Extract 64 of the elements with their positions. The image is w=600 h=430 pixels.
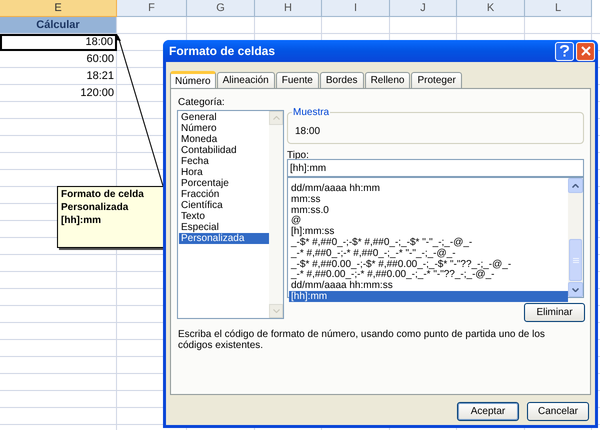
list-item[interactable]: Fecha [179, 156, 269, 167]
column-header[interactable]: J [390, 0, 457, 17]
tab[interactable]: Número [170, 71, 216, 89]
table-cell: 60:00 [0, 51, 117, 68]
list-item[interactable]: Científica [179, 200, 269, 211]
list-item[interactable]: _-* #,##0.00_-;-* #,##0.00_-;_-* "-"??_-;_-@_- [289, 269, 568, 280]
table-cell: Cálcular [0, 17, 117, 34]
sample-value: 18:00 [295, 126, 320, 137]
list-item[interactable]: Moneda [179, 134, 269, 145]
list-item[interactable]: Número [179, 123, 269, 134]
list-item[interactable]: Hora [179, 167, 269, 178]
tab[interactable]: Relleno [364, 72, 410, 88]
help-button[interactable] [555, 42, 574, 60]
list-item[interactable]: Porcentaje [179, 178, 269, 189]
scroll-thumb[interactable] [569, 239, 582, 281]
group-legend: Muestra [292, 107, 330, 118]
comment-text: [hh]:mm [61, 214, 102, 227]
type-label: Tipo: [287, 150, 309, 161]
scroll-down-button[interactable] [568, 282, 583, 297]
cancel-button[interactable]: Cancelar [527, 402, 589, 421]
help-icon [560, 45, 569, 57]
comment-text: Formato de celda [61, 188, 145, 201]
tab[interactable]: Alineación [216, 72, 275, 88]
list-item[interactable]: Texto [179, 211, 269, 222]
list-item[interactable]: dd/mm/aaaa hh:mm:ss [289, 280, 568, 291]
table-cell: 18:21 [0, 68, 117, 85]
list-item[interactable]: _-* #,##0_-;-* #,##0_-;_-* "-"_-;_-@_- [289, 248, 568, 259]
list-item[interactable]: [h]:mm:ss [289, 226, 568, 237]
list-item[interactable]: mm:ss.0 [289, 204, 568, 216]
type-field[interactable]: [hh]:mm [287, 159, 584, 177]
list-item[interactable]: @ [289, 215, 568, 226]
close-icon [580, 46, 590, 56]
list-item[interactable]: _-$* #,##0.00_-;-$* #,##0.00_-;_-$* "-"??_-;_-@_- [289, 258, 568, 270]
column-header[interactable]: I [322, 0, 390, 17]
tab[interactable]: Fuente [276, 72, 319, 88]
column-header[interactable]: H [255, 0, 322, 17]
comment-text: Personalizada [61, 201, 130, 214]
list-item[interactable]: [hh]:mm [289, 290, 568, 302]
tab[interactable]: Proteger [411, 72, 462, 88]
delete-button[interactable]: Eliminar [524, 303, 585, 322]
column-header[interactable]: G [187, 0, 255, 17]
description-text: Escriba el código de formato de número, usando como punto de partida uno de los códigos existentes. [178, 329, 546, 351]
category-label: Categoría: [178, 97, 225, 108]
list-item[interactable]: Especial [179, 222, 269, 233]
column-header[interactable]: E [0, 0, 117, 17]
list-item[interactable]: Fracción [179, 189, 269, 200]
list-item[interactable]: mm:ss [289, 194, 568, 205]
tab[interactable]: Bordes [320, 72, 364, 88]
ok-button[interactable]: Aceptar [457, 402, 519, 421]
list-item[interactable]: dd/mm/aaaa hh:mm [289, 183, 568, 194]
column-header[interactable]: L [525, 0, 592, 17]
grip-icon [572, 258, 578, 262]
table-cell: 18:00 [0, 34, 117, 51]
list-item[interactable]: Contabilidad [179, 145, 269, 156]
category-list[interactable]: General Número Moneda Contabilidad Fecha Hora Porcentaje Fracción Científica Texto Especial Personalizada [177, 110, 284, 319]
table-cell: 120:00 [0, 85, 117, 102]
window-title: Formato de celdas [169, 46, 276, 56]
close-button[interactable] [576, 42, 595, 60]
column-header[interactable]: F [117, 0, 187, 17]
scroll-up-button[interactable] [568, 178, 583, 193]
list-item[interactable]: Personalizada [179, 233, 269, 244]
column-header[interactable]: K [457, 0, 525, 17]
list-item[interactable]: _-$* #,##0_-;-$* #,##0_-;_-$* "-"_-;_-@_- [289, 236, 568, 248]
list-item[interactable]: General [179, 112, 269, 123]
